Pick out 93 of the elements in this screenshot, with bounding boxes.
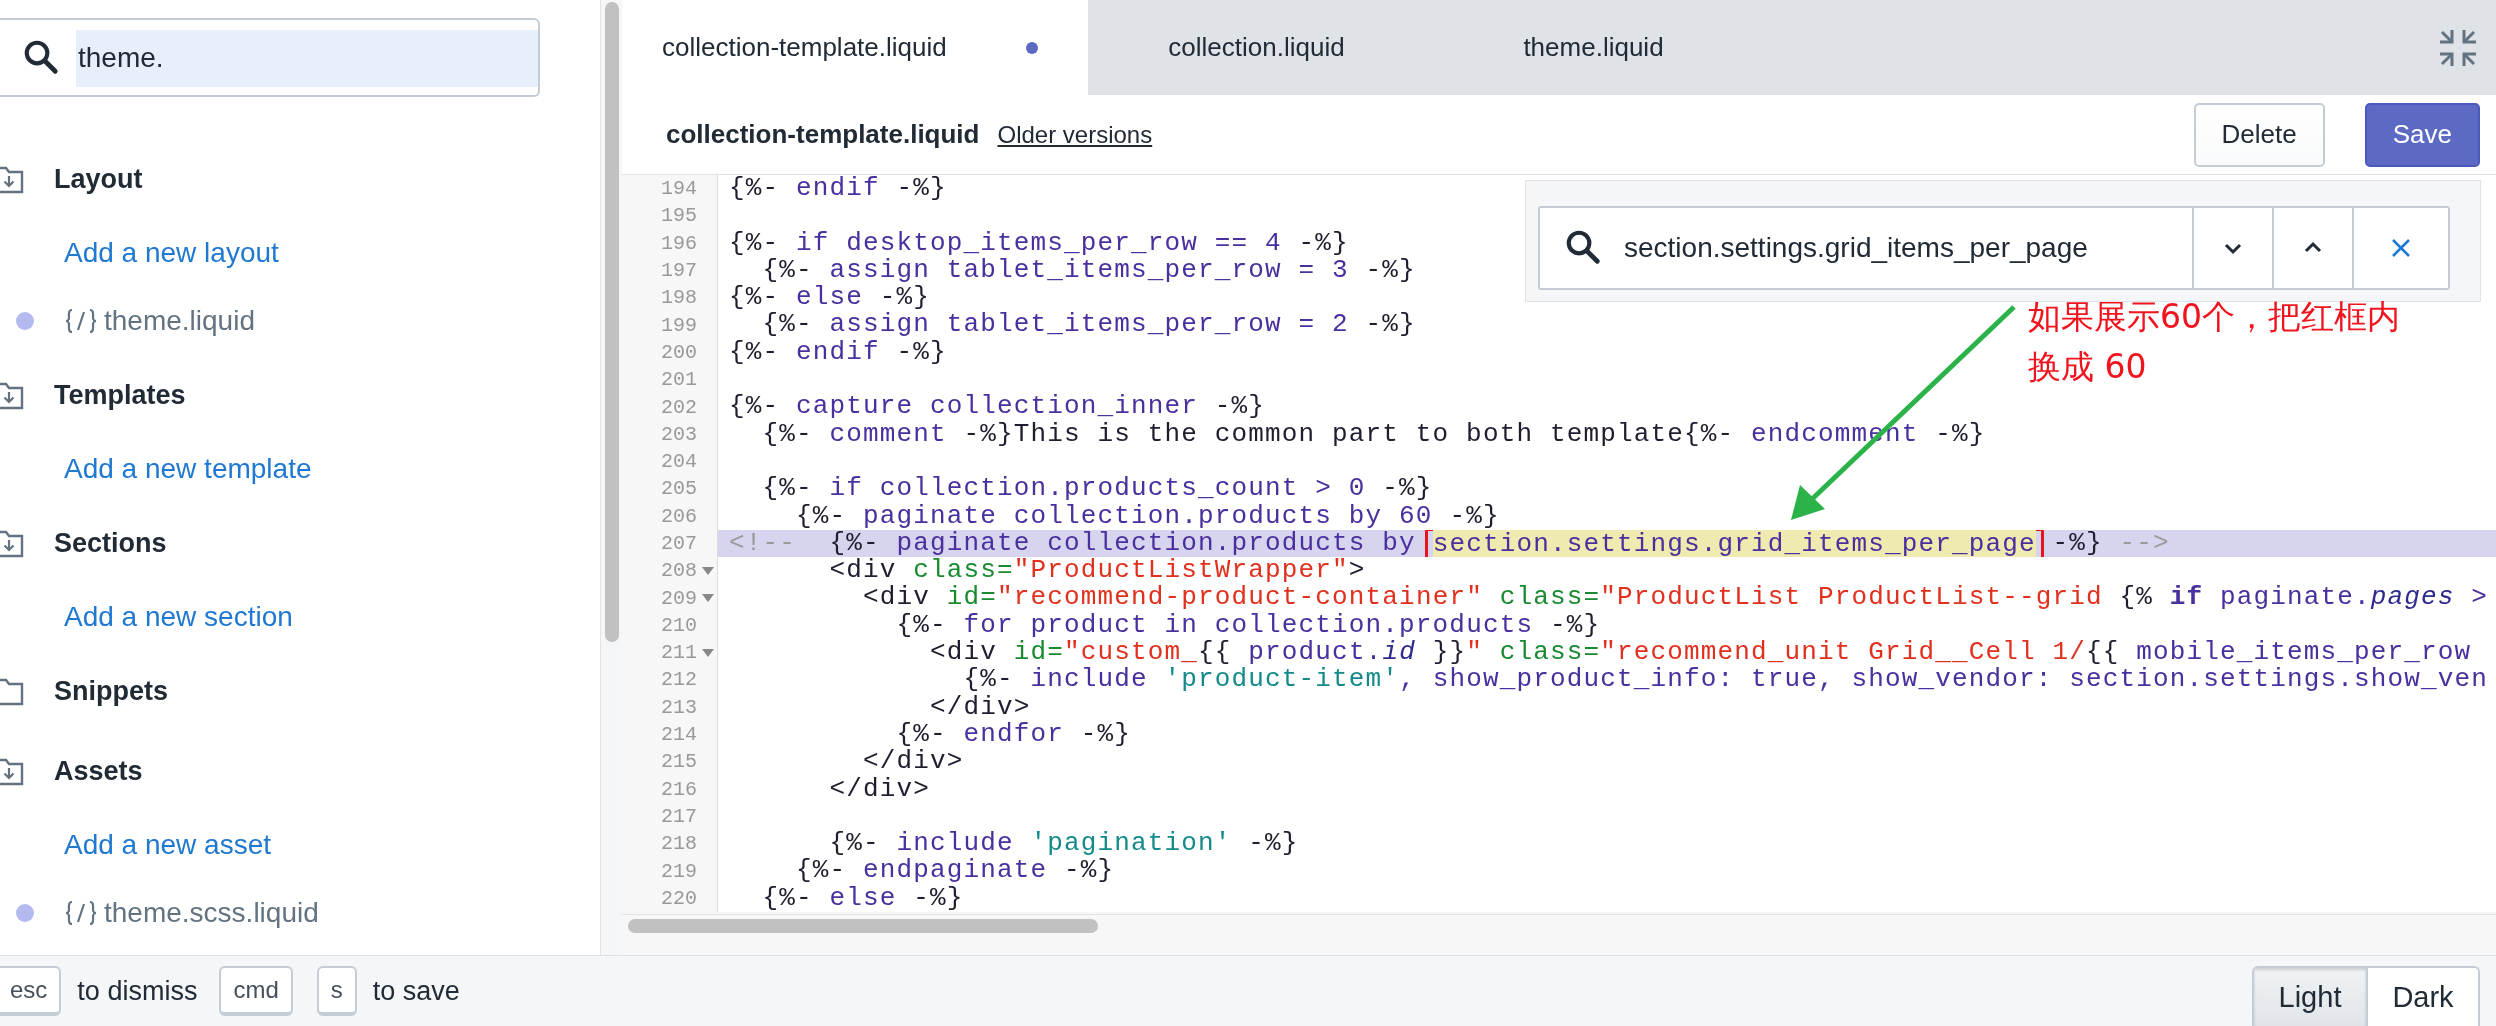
file-tab[interactable]: collection-template.liquid: [622, 0, 1088, 95]
line-number: 219: [661, 859, 697, 883]
theme-toggle[interactable]: Dark: [2366, 968, 2478, 1026]
file-tab[interactable]: theme.liquid: [1425, 0, 1762, 95]
code-line: <div id="custom_{{ product.id }}" class="recommend_unit Grid__Cell 1/{{ mobile_items_per_row: [929, 639, 2472, 667]
code-text: -%} -->: [2051, 529, 2170, 558]
line-number: 195: [661, 204, 697, 228]
line-number: 196: [661, 231, 697, 255]
file-name[interactable]: theme.scss.liquid: [104, 897, 319, 929]
code-line: <div class="ProductListWrapper">: [828, 557, 1366, 585]
hint-text: to dismiss: [77, 975, 198, 1007]
line-number: 207: [661, 532, 697, 555]
code-line: {%- if desktop_items_per_row == 4 -%}: [729, 229, 1349, 257]
search-icon: [1564, 228, 1602, 266]
code-line: <div id="recommend-product-container" class="ProductList ProductList--grid {% if paginate.pages >: [862, 584, 2489, 612]
file-name[interactable]: theme.liquid: [104, 305, 255, 337]
line-number: 206: [661, 504, 697, 528]
theme-toggle[interactable]: Light: [2254, 968, 2366, 1026]
line-number: 204: [661, 450, 697, 474]
line-number: 216: [661, 777, 697, 801]
annotation-text: 换成 60: [2028, 346, 2148, 388]
search-field[interactable]: theme.: [0, 18, 540, 97]
line-number: 205: [661, 477, 697, 501]
section-heading[interactable]: Snippets: [54, 675, 168, 707]
file-title: collection-template.liquid: [666, 119, 980, 150]
search-icon: [22, 38, 60, 76]
keyboard-key: esc: [0, 966, 62, 1016]
code-line: {%- endpaginate -%}: [795, 857, 1115, 885]
line-number: 194: [661, 177, 697, 201]
line-number: 211: [661, 641, 697, 665]
code-line: {%- if collection.products_count > 0 -%}: [761, 475, 1433, 503]
line-number: 203: [661, 422, 697, 446]
code-line: {%- endif -%}: [729, 175, 947, 203]
line-number: 210: [661, 613, 697, 637]
delete-button[interactable]: Delete: [2193, 102, 2325, 167]
line-number: 212: [661, 668, 697, 692]
section-heading[interactable]: Layout: [54, 163, 143, 195]
code-line: {%- for product in collection.products -%}: [895, 611, 1601, 640]
line-number: 198: [661, 286, 697, 310]
section-heading[interactable]: Assets: [54, 755, 143, 787]
close-button[interactable]: [2354, 206, 2450, 290]
code-line: {%- paginate collection.products by 60 -%}: [795, 502, 1500, 530]
annotation-text: 如果展示60个，把红框内: [2028, 296, 2400, 338]
fold-icon[interactable]: [701, 593, 715, 604]
save-button[interactable]: Save: [2364, 102, 2480, 167]
add-link[interactable]: Add a new asset: [64, 829, 272, 861]
scrollbar-thumb[interactable]: [604, 2, 619, 642]
fold-icon[interactable]: [701, 565, 715, 576]
find-field[interactable]: section.settings.grid_items_per_page: [1538, 206, 2194, 290]
line-number: 208: [661, 559, 697, 583]
code-file-icon: [64, 306, 98, 336]
code-line: </div>: [862, 748, 964, 776]
line-number: 213: [661, 695, 697, 719]
versions-link[interactable]: Older versions: [997, 120, 1153, 149]
code-line: {%- endif -%}: [729, 338, 947, 367]
keyboard-key: cmd: [219, 966, 293, 1016]
fold-icon[interactable]: [701, 647, 715, 658]
code-line: {%- endfor -%}: [895, 720, 1132, 749]
line-number: 218: [661, 832, 697, 856]
line-number: 215: [661, 750, 697, 774]
line-number: 200: [661, 340, 697, 364]
code-line: {%- assign tablet_items_per_row = 2 -%}: [761, 311, 1416, 339]
line-number: 202: [661, 395, 697, 419]
keyboard-key: s: [316, 966, 357, 1016]
section-heading[interactable]: Templates: [54, 379, 186, 411]
line-number: 197: [661, 259, 697, 283]
line-number: 209: [661, 586, 697, 610]
scrollbar-thumb[interactable]: [628, 919, 1098, 933]
code-line: {%- else -%}: [729, 284, 931, 312]
section-heading[interactable]: Sections: [54, 527, 167, 559]
code-line: {%- else -%}: [761, 884, 964, 912]
code-file-icon: [64, 898, 98, 928]
code-line: {%- assign tablet_items_per_row = 3 -%}: [761, 256, 1416, 285]
search-match: section.settings.grid_items_per_page: [1432, 529, 2036, 558]
next-match-button[interactable]: [2194, 206, 2274, 290]
add-link[interactable]: Add a new template: [64, 453, 312, 485]
code-line: {%- include 'pagination' -%}: [828, 830, 1299, 858]
add-link[interactable]: Add a new layout: [64, 237, 279, 269]
previous-match-button[interactable]: [2274, 206, 2354, 290]
line-number: 217: [661, 804, 697, 828]
file-tab[interactable]: collection.liquid: [1088, 0, 1425, 95]
line-number: 214: [661, 723, 697, 747]
line-number: 220: [661, 886, 697, 910]
add-link[interactable]: Add a new section: [64, 601, 293, 633]
code-line: {%- include 'product-item', show_product_info: true, show_vendor: section.settings.show_ven: [962, 666, 2489, 694]
code-line: </div>: [828, 775, 931, 803]
line-number: 201: [661, 368, 697, 392]
hint-text: to save: [372, 975, 460, 1007]
line-number: 199: [661, 313, 697, 337]
collapse-icon[interactable]: [2438, 27, 2478, 68]
code-text: <!-- {%- paginate collection.products by: [729, 529, 1417, 558]
code-line: </div>: [929, 693, 1031, 721]
code-line: {%- capture collection_inner -%}: [729, 393, 1266, 421]
